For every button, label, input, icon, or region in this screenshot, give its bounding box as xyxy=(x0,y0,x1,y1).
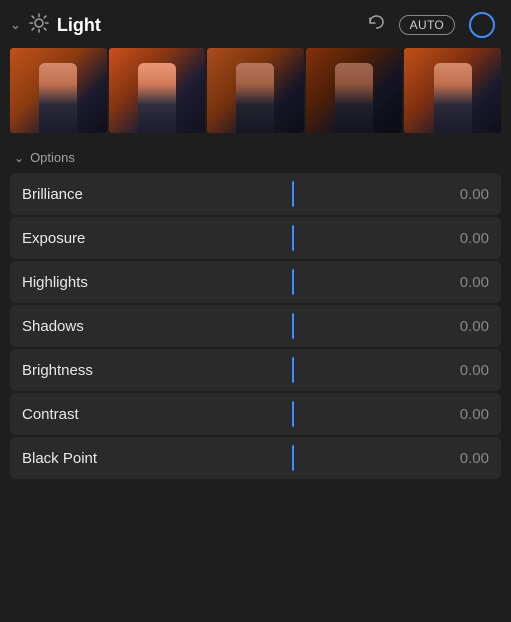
panel-header: ⌄ Light AUTO xyxy=(0,0,511,48)
slider-handle xyxy=(292,401,294,427)
slider-track[interactable] xyxy=(152,181,434,207)
slider-value-brilliance: 0.00 xyxy=(434,186,489,203)
slider-row[interactable]: Brightness 0.00 xyxy=(10,349,501,391)
slider-row[interactable]: Contrast 0.00 xyxy=(10,393,501,435)
auto-button[interactable]: AUTO xyxy=(399,15,455,35)
slider-value-black-point: 0.00 xyxy=(434,450,489,467)
options-chevron-icon: ⌄ xyxy=(14,151,24,165)
slider-label-shadows: Shadows xyxy=(22,318,152,335)
slider-value-highlights: 0.00 xyxy=(434,274,489,291)
slider-value-exposure: 0.00 xyxy=(434,230,489,247)
slider-row[interactable]: Brilliance 0.00 xyxy=(10,173,501,215)
slider-label-exposure: Exposure xyxy=(22,230,152,247)
slider-value-contrast: 0.00 xyxy=(434,406,489,423)
slider-track[interactable] xyxy=(152,357,434,383)
slider-label-brightness: Brightness xyxy=(22,362,152,379)
thumbnail-5[interactable] xyxy=(404,48,501,133)
slider-handle xyxy=(292,445,294,471)
slider-track[interactable] xyxy=(152,225,434,251)
slider-track[interactable] xyxy=(152,445,434,471)
slider-handle xyxy=(292,269,294,295)
thumbnail-3[interactable] xyxy=(207,48,304,133)
slider-row[interactable]: Exposure 0.00 xyxy=(10,217,501,259)
slider-value-brightness: 0.00 xyxy=(434,362,489,379)
circle-toggle-button[interactable] xyxy=(469,12,495,38)
slider-label-contrast: Contrast xyxy=(22,406,152,423)
slider-handle xyxy=(292,357,294,383)
sliders-container: Brilliance 0.00 Exposure 0.00 Highlights 0.00… xyxy=(0,173,511,479)
slider-track[interactable] xyxy=(152,269,434,295)
slider-handle xyxy=(292,225,294,251)
slider-handle xyxy=(292,313,294,339)
slider-track[interactable] xyxy=(152,313,434,339)
thumbnail-4[interactable] xyxy=(306,48,403,133)
collapse-chevron-icon[interactable]: ⌄ xyxy=(10,17,21,33)
slider-row[interactable]: Shadows 0.00 xyxy=(10,305,501,347)
slider-label-highlights: Highlights xyxy=(22,274,152,291)
options-label: Options xyxy=(30,150,75,165)
slider-track[interactable] xyxy=(152,401,434,427)
thumbnail-1[interactable] xyxy=(10,48,107,133)
thumbnail-2[interactable] xyxy=(109,48,206,133)
slider-label-black-point: Black Point xyxy=(22,450,152,467)
slider-row[interactable]: Highlights 0.00 xyxy=(10,261,501,303)
image-strip xyxy=(0,48,511,146)
light-panel: ⌄ Light AUTO xyxy=(0,0,511,622)
undo-icon[interactable] xyxy=(367,14,385,37)
sun-icon xyxy=(29,13,49,38)
options-header[interactable]: ⌄ Options xyxy=(0,146,511,173)
slider-label-brilliance: Brilliance xyxy=(22,186,152,203)
slider-value-shadows: 0.00 xyxy=(434,318,489,335)
panel-title: Light xyxy=(57,15,359,36)
slider-handle xyxy=(292,181,294,207)
slider-row[interactable]: Black Point 0.00 xyxy=(10,437,501,479)
